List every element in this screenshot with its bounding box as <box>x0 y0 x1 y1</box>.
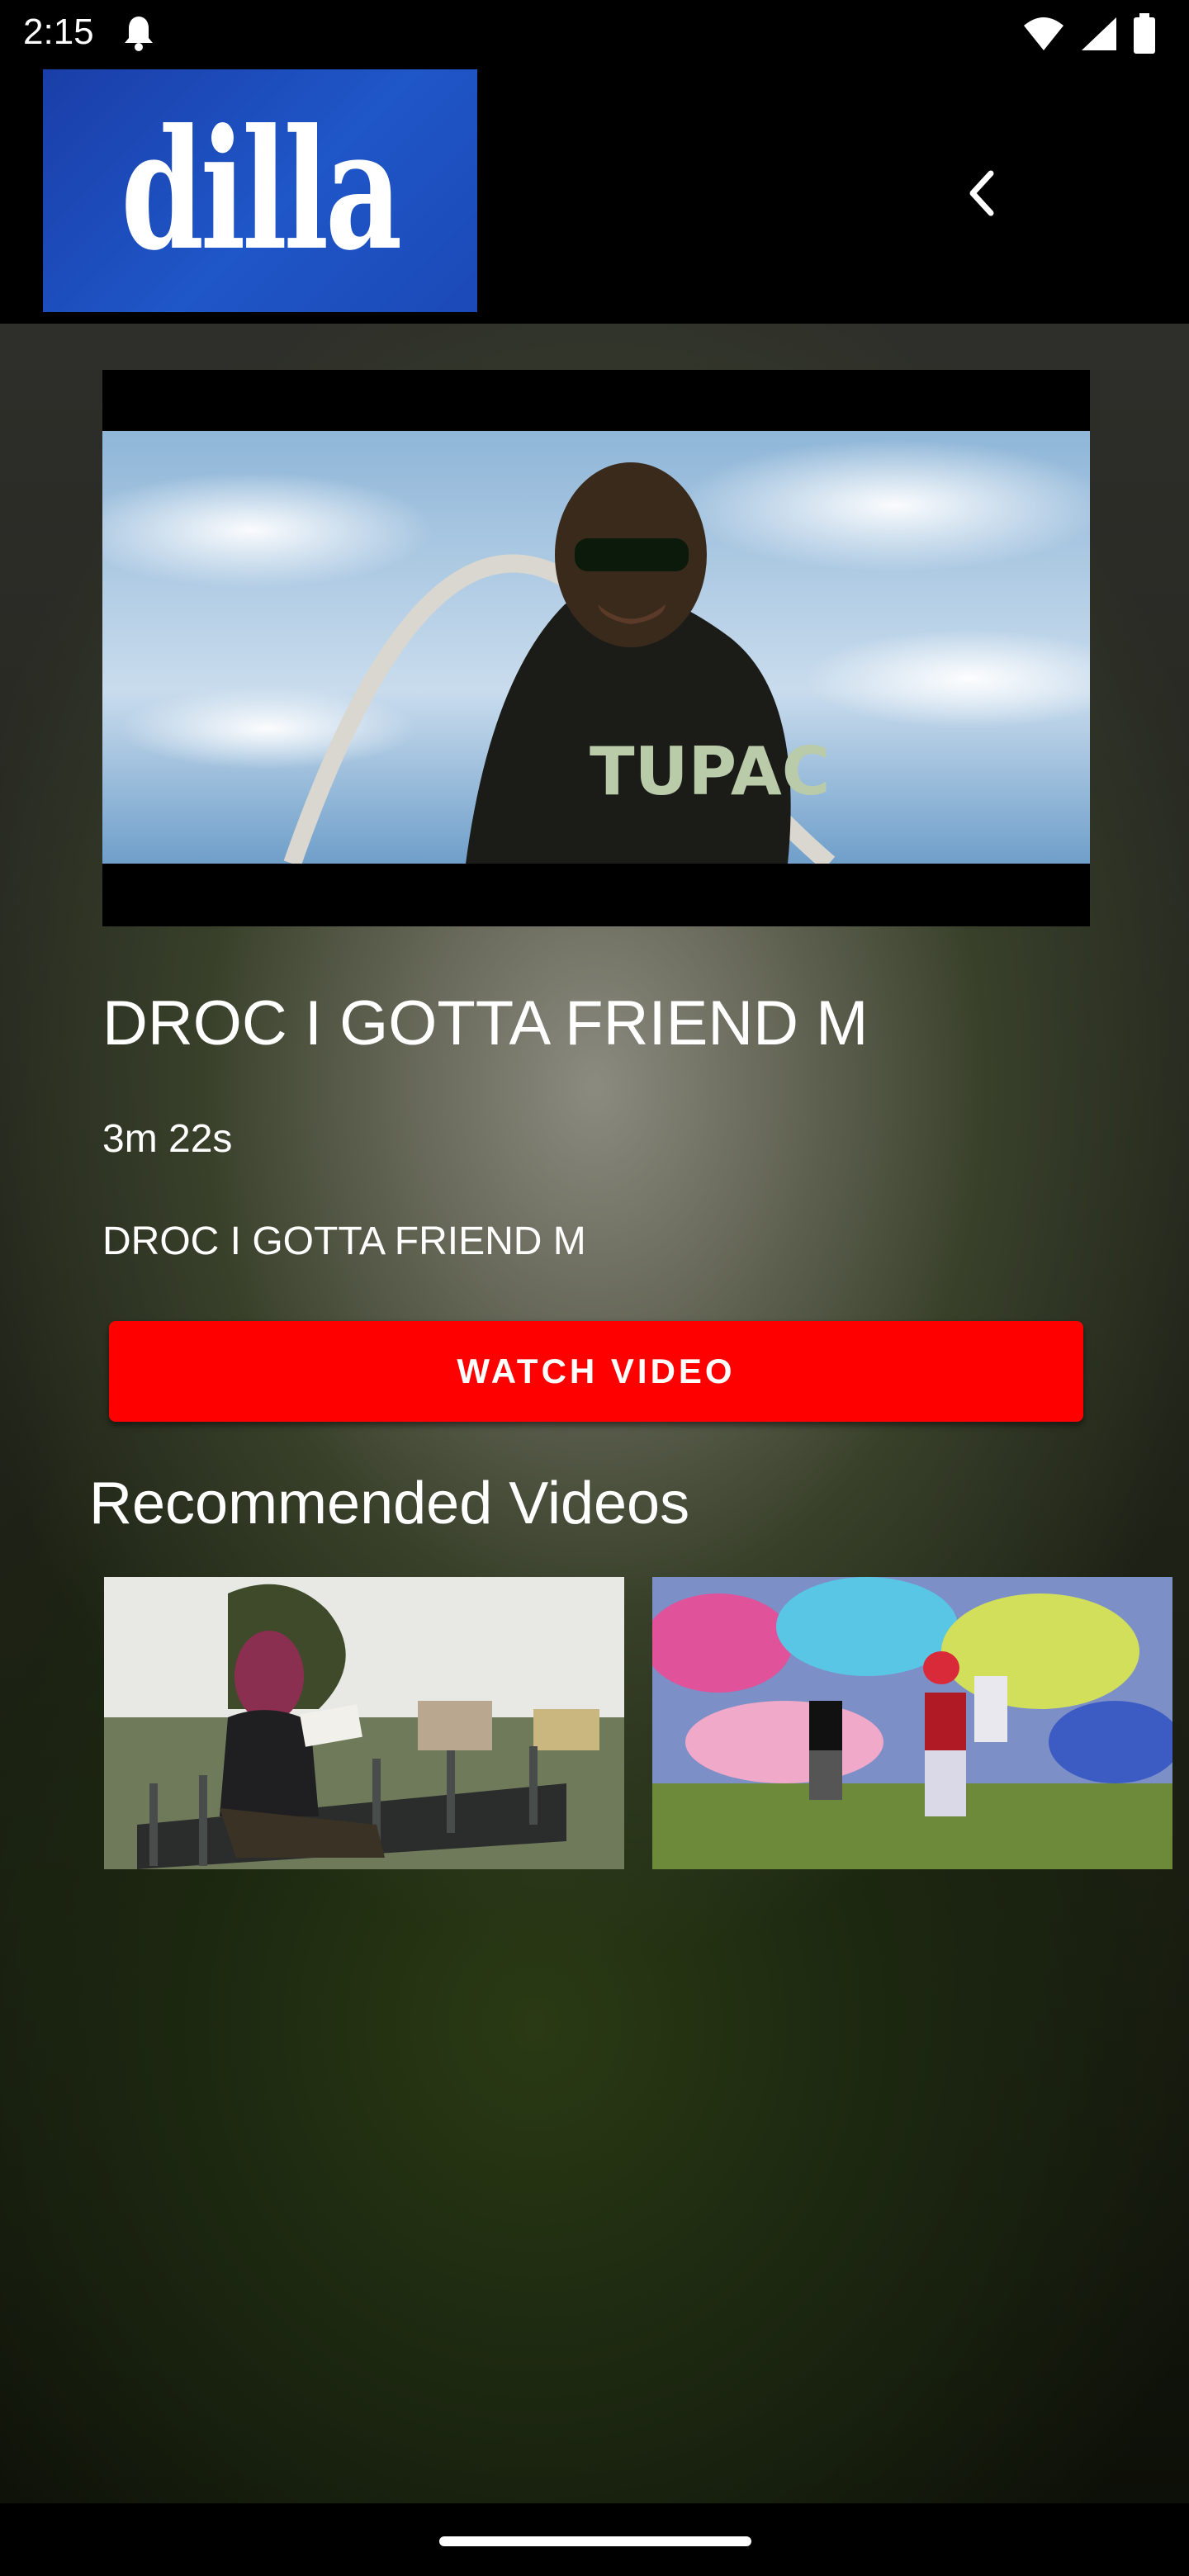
system-nav-bar <box>0 2503 1189 2576</box>
woman-on-bench-image <box>104 1577 624 1869</box>
video-thumbnail[interactable]: TUPAC <box>102 370 1090 926</box>
recommended-video-thumbnail[interactable] <box>652 1577 1172 1869</box>
status-bar: 2:15 <box>0 0 1189 69</box>
watch-video-button[interactable]: WATCH VIDEO <box>109 1321 1083 1422</box>
video-frame-image: TUPAC <box>102 431 1090 864</box>
wifi-icon <box>1022 16 1065 56</box>
back-button[interactable] <box>950 160 1016 226</box>
dilla-logo[interactable]: dilla <box>43 69 477 312</box>
video-title: DROC I GOTTA FRIEND M <box>102 988 869 1058</box>
logo-text: dilla <box>121 93 403 287</box>
app-bar: dilla <box>0 69 1189 324</box>
kids-by-graffiti-wall-image <box>652 1577 1172 1869</box>
recommended-heading: Recommended Videos <box>89 1470 690 1537</box>
recommended-video-thumbnail[interactable] <box>104 1577 624 1869</box>
chevron-left-icon <box>969 170 994 216</box>
shirt-text: TUPAC <box>590 733 830 810</box>
signal-icon <box>1080 16 1118 56</box>
status-time: 2:15 <box>23 12 94 52</box>
home-gesture-handle[interactable] <box>439 2536 751 2546</box>
video-duration: 3m 22s <box>102 1117 233 1161</box>
video-description: DROC I GOTTA FRIEND M <box>102 1219 586 1263</box>
notification-bell-icon <box>122 15 155 55</box>
battery-icon <box>1133 13 1156 59</box>
